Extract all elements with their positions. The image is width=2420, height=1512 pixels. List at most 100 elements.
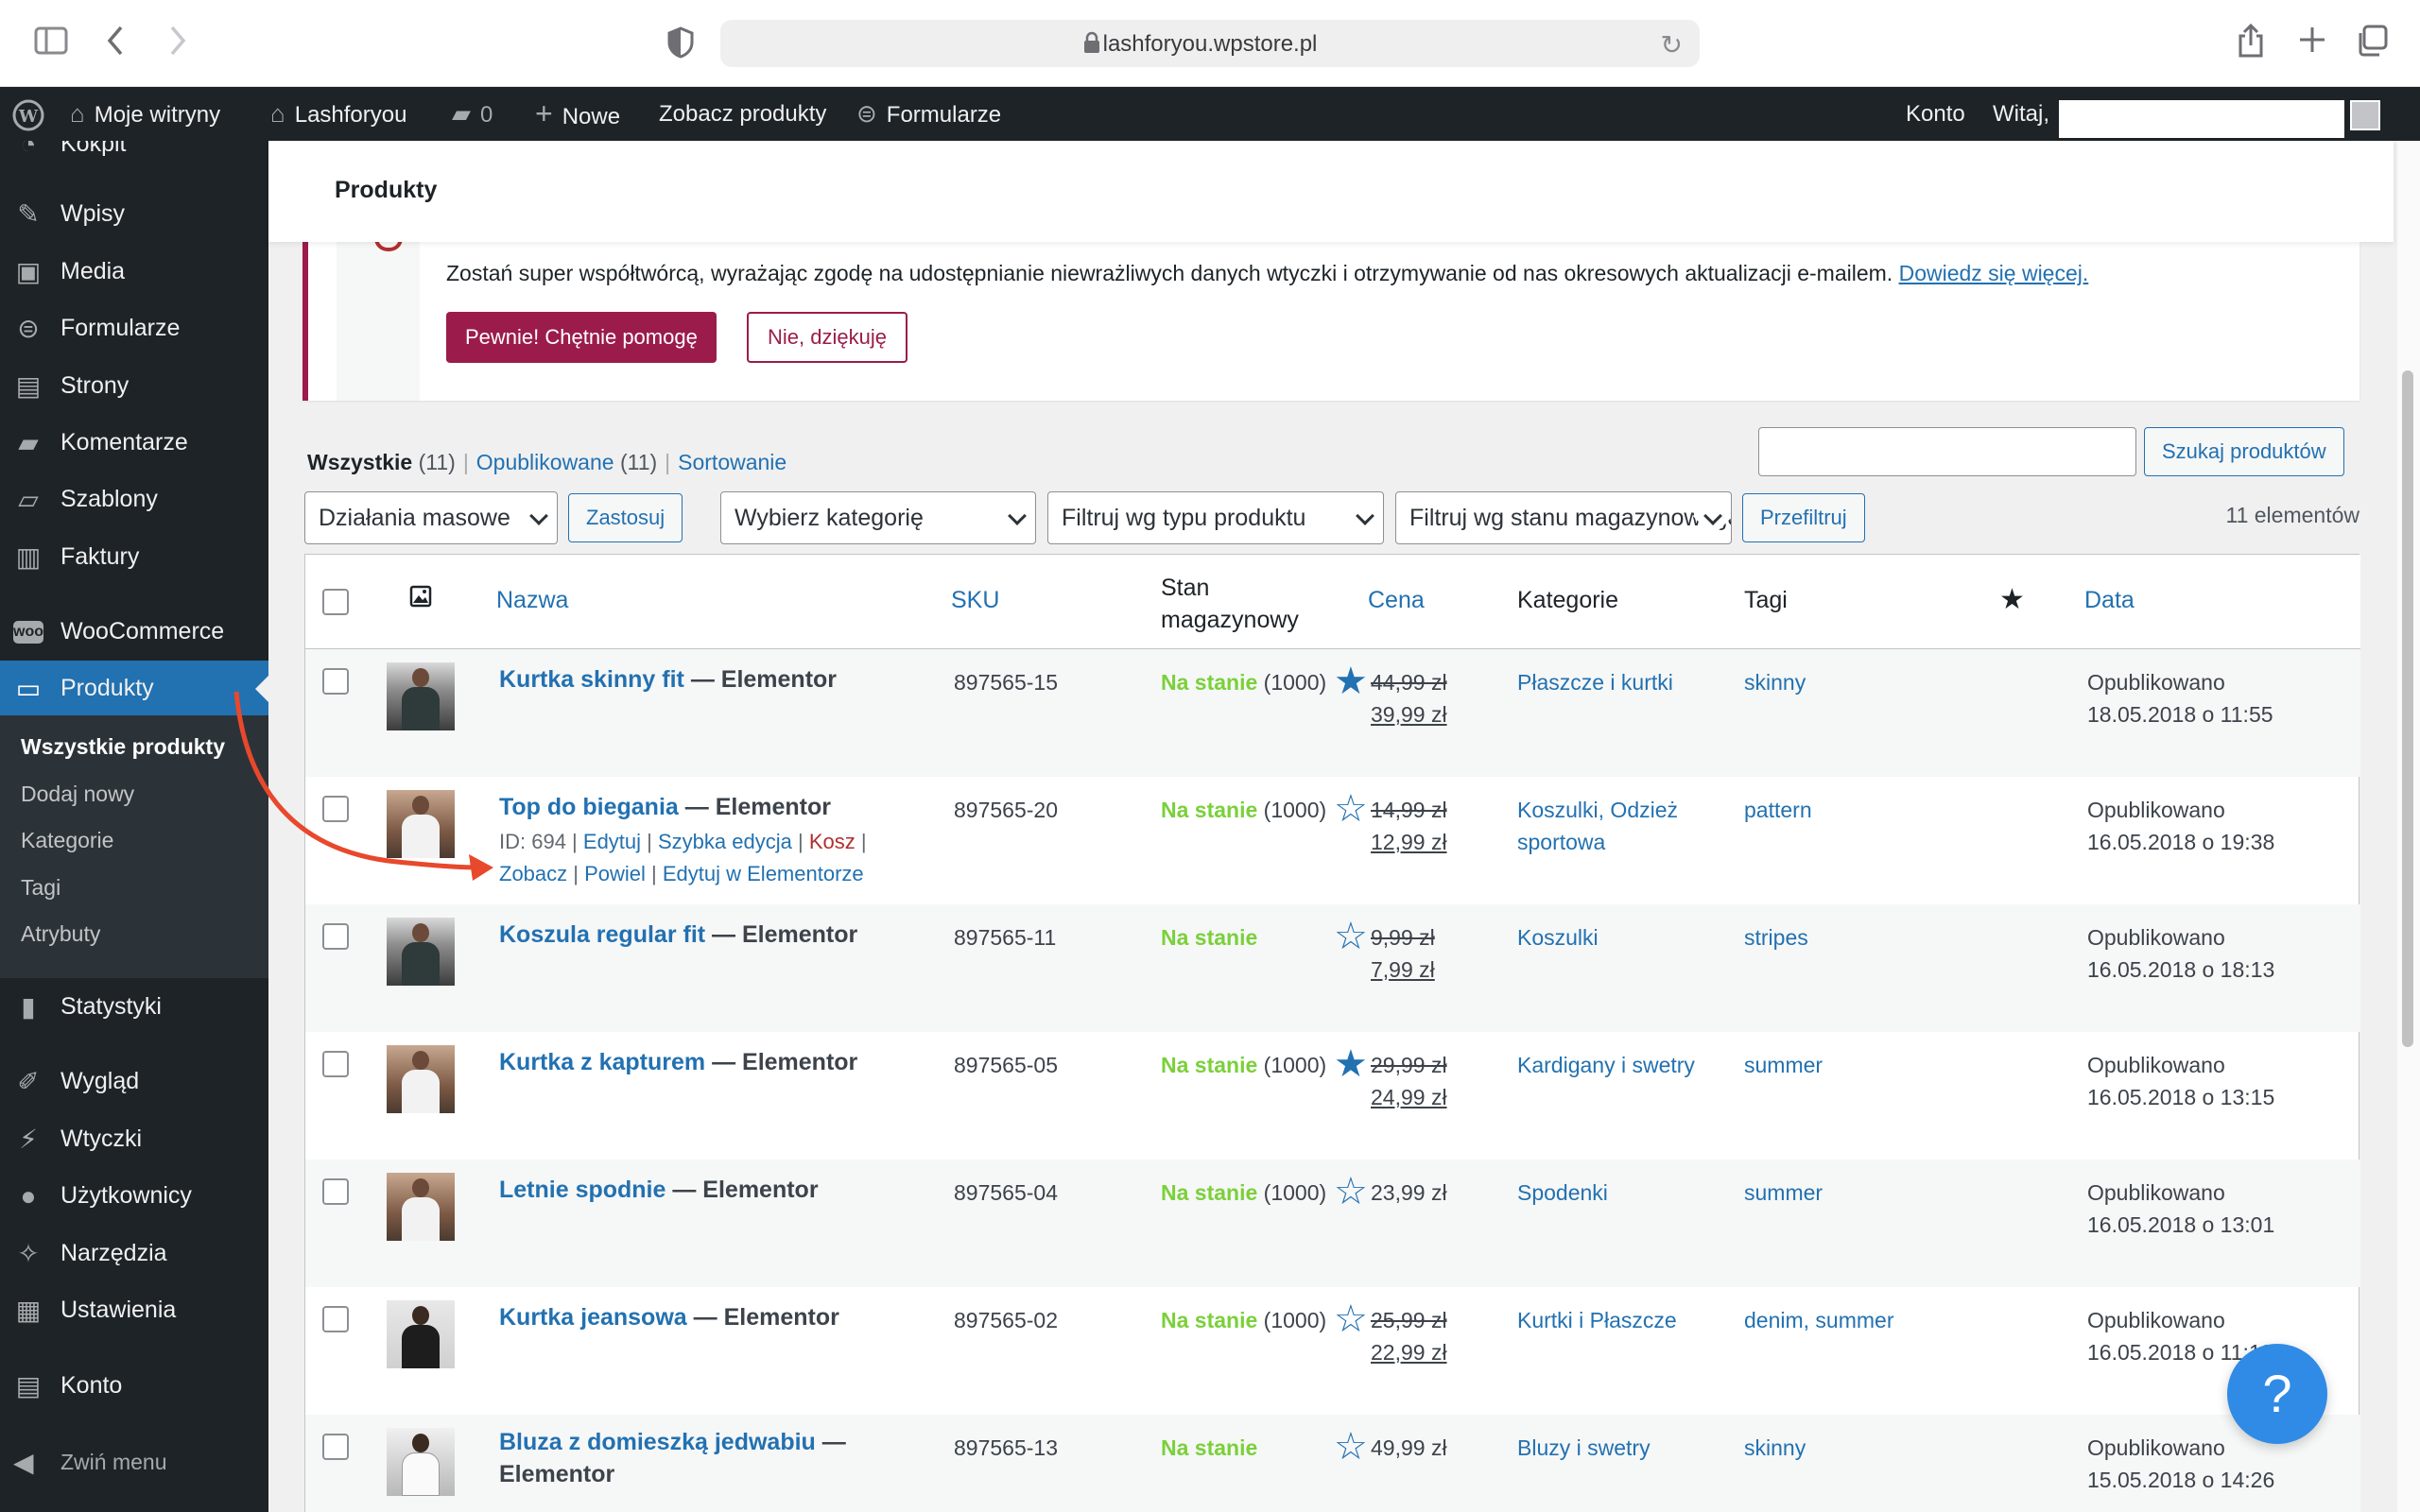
tag-link[interactable]: denim, summer [1744,1304,1893,1336]
sidebar-item-users[interactable]: ● Użytkownicy [0,1168,268,1225]
row-checkbox[interactable] [322,1306,349,1332]
category-link[interactable]: Kurtki i Płaszcze [1517,1304,1677,1336]
product-title-link[interactable]: Kurtka skinny fit [499,666,684,693]
view-published[interactable]: Opublikowane (11) [476,450,657,474]
featured-star-outline-icon[interactable]: ☆ [1334,1428,1368,1466]
view-link[interactable]: Zobacz [499,862,567,885]
column-sku[interactable]: SKU [951,587,999,614]
tag-link[interactable]: summer [1744,1177,1823,1209]
edit-link[interactable]: Edytuj [583,830,641,853]
featured-star-filled-icon[interactable]: ★ [1334,1045,1368,1083]
row-checkbox[interactable] [322,923,349,950]
row-checkbox[interactable] [322,1434,349,1460]
select-all-checkbox[interactable] [322,589,349,615]
decline-opt-in-button[interactable]: Nie, dziękuję [747,312,908,363]
product-thumbnail[interactable] [387,1300,455,1368]
privacy-shield-icon[interactable] [667,26,694,64]
help-button[interactable]: ? [2227,1344,2327,1444]
sidebar-item-plugins[interactable]: ⚡ Wtyczki [0,1111,268,1168]
view-all[interactable]: Wszystkie (11) [307,450,456,474]
product-title-link[interactable]: Top do biegania [499,794,679,820]
column-price[interactable]: Cena [1368,587,1425,614]
featured-column-star-icon[interactable]: ★ [1999,583,2025,616]
category-link[interactable]: Koszulki, Odzież sportowa [1517,794,1678,858]
tabs-overview-icon[interactable] [2356,25,2388,62]
sidebar-item-account[interactable]: ▤ Konto [0,1358,268,1415]
product-title-link[interactable]: Kurtka jeansowa [499,1304,687,1331]
featured-star-outline-icon[interactable]: ☆ [1334,918,1368,955]
category-filter-select[interactable]: Wybierz kategorię [720,491,1036,544]
sidebar-item-statistics[interactable]: ▮ Statystyki [0,979,268,1036]
featured-star-outline-icon[interactable]: ☆ [1334,1300,1368,1338]
featured-star-filled-icon[interactable]: ★ [1334,662,1368,700]
column-name[interactable]: Nazwa [496,587,568,614]
user-greeting[interactable]: Witaj, [1993,87,2049,141]
sidebar-item-invoices[interactable]: ▥ Faktury [0,529,268,586]
new-tab-icon[interactable] [2297,25,2327,60]
category-link[interactable]: Spodenki [1517,1177,1608,1209]
submenu-tags[interactable]: Tagi [21,875,60,901]
share-icon[interactable] [2237,23,2265,64]
collapse-menu-button[interactable]: ◀ Zwiń menu [0,1434,268,1490]
view-products-link[interactable]: Zobacz produkty [659,87,826,141]
product-thumbnail[interactable] [387,662,455,730]
forms-menu[interactable]: ⊜ Formularze [856,87,1001,141]
tag-link[interactable]: stripes [1744,921,1808,954]
featured-star-outline-icon[interactable]: ☆ [1334,790,1368,828]
product-thumbnail[interactable] [387,1045,455,1113]
back-icon[interactable] [106,25,125,62]
tag-link[interactable]: summer [1744,1049,1823,1081]
sidebar-item-media[interactable]: ▣ Media [0,244,268,301]
my-sites-menu[interactable]: ⌂ Moje witryny [70,87,220,141]
tag-link[interactable]: pattern [1744,794,1812,826]
sidebar-item-products[interactable]: ▭ Produkty [0,661,268,717]
forward-icon[interactable] [168,25,187,62]
sidebar-item-appearance[interactable]: ✐ Wygląd [0,1054,268,1110]
reload-icon[interactable]: ↻ [1661,29,1683,60]
avatar[interactable] [2350,100,2380,130]
sidebar-item-tools[interactable]: ✧ Narzędzia [0,1226,268,1282]
comments-menu[interactable]: ▰ 0 [452,87,493,141]
sidebar-toggle-icon[interactable] [34,26,68,60]
sidebar-item-settings[interactable]: ▦ Ustawienia [0,1282,268,1339]
product-thumbnail[interactable] [387,790,455,858]
sidebar-item-dashboard[interactable]: ◔ Kokpit [0,141,268,173]
bulk-actions-select[interactable]: Działania masowe [304,491,558,544]
scrollbar-thumb[interactable] [2402,370,2413,1047]
submenu-attributes[interactable]: Atrybuty [21,921,100,947]
product-type-filter-select[interactable]: Filtruj wg typu produktu [1047,491,1384,544]
product-thumbnail[interactable] [387,918,455,986]
submenu-all-products[interactable]: Wszystkie produkty [21,734,225,760]
column-date[interactable]: Data [2084,587,2135,614]
row-checkbox[interactable] [322,1178,349,1205]
sidebar-item-comments[interactable]: ▰ Komentarze [0,415,268,472]
view-sorting[interactable]: Sortowanie [678,450,786,474]
tag-link[interactable]: skinny [1744,666,1806,698]
learn-more-link[interactable]: Dowiedz się więcej. [1899,261,2089,285]
row-checkbox[interactable] [322,1051,349,1077]
wordpress-logo-icon[interactable]: W [11,87,45,141]
tag-link[interactable]: skinny [1744,1432,1806,1464]
account-menu[interactable]: Konto [1906,87,1965,141]
submenu-categories[interactable]: Kategorie [21,828,113,853]
search-products-button[interactable]: Szukaj produktów [2144,427,2344,476]
featured-star-outline-icon[interactable]: ☆ [1334,1173,1368,1211]
row-checkbox[interactable] [322,668,349,695]
new-content-menu[interactable]: + Nowe [535,87,620,141]
trash-link[interactable]: Kosz [809,830,856,853]
category-link[interactable]: Koszulki [1517,921,1599,954]
site-name-menu[interactable]: ⌂ Lashforyou [270,87,406,141]
sidebar-item-templates[interactable]: ▱ Szablony [0,472,268,528]
apply-bulk-button[interactable]: Zastosuj [568,493,683,542]
accept-opt-in-button[interactable]: Pewnie! Chętnie pomogę [446,312,717,363]
sidebar-item-pages[interactable]: ▤ Strony [0,358,268,415]
product-title-link[interactable]: Bluza z domieszką jedwabiu [499,1429,816,1455]
category-link[interactable]: Kardigany i swetry [1517,1049,1695,1081]
product-search-input[interactable] [1758,427,2136,476]
product-title-link[interactable]: Letnie spodnie [499,1177,666,1203]
sidebar-item-posts[interactable]: ✎ Wpisy [0,186,268,243]
stock-status-filter-select[interactable]: Filtruj wg stanu magazynowego [1395,491,1732,544]
sidebar-item-forms[interactable]: ⊜ Formularze [0,301,268,357]
edit-elementor-link[interactable]: Edytuj w Elementorze [663,862,864,885]
product-thumbnail[interactable] [387,1173,455,1241]
